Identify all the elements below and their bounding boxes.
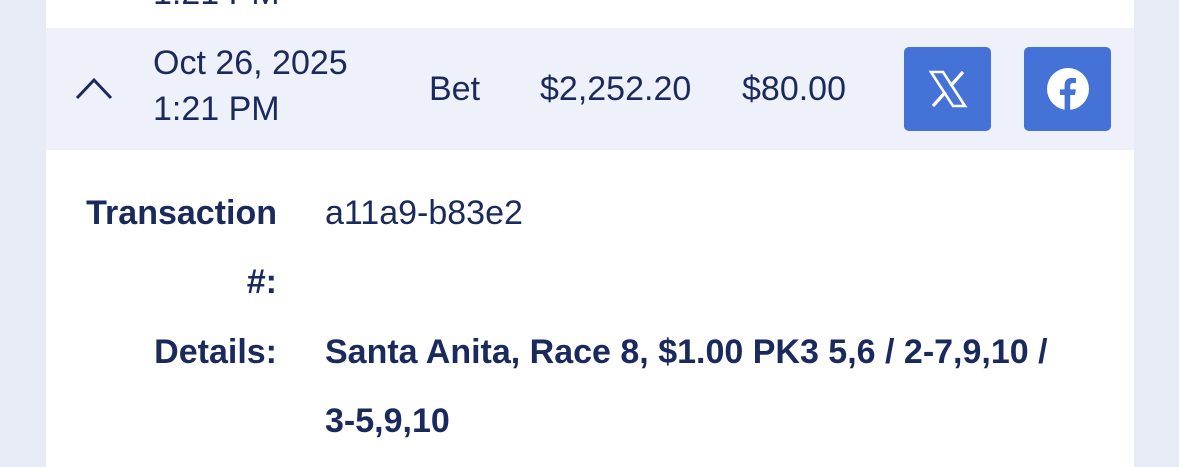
chevron-up-icon[interactable]	[74, 72, 114, 102]
transaction-panel: 1:21 PM Oct 26, 2025 1:21 PM Bet $2,252.…	[46, 0, 1134, 467]
x-logo-icon	[928, 70, 967, 108]
share-x-button[interactable]	[904, 47, 991, 131]
transaction-row[interactable]: Oct 26, 2025 1:21 PM Bet $2,252.20 $80.0…	[46, 28, 1134, 150]
previous-transaction-row[interactable]: 1:21 PM	[46, 0, 1134, 28]
transaction-amount: $80.00	[742, 70, 846, 108]
transaction-balance: $2,252.20	[540, 70, 692, 108]
transaction-datetime: Oct 26, 2025 1:21 PM	[153, 40, 348, 132]
previous-row-time: 1:21 PM	[153, 0, 280, 13]
transaction-number-value: a11a9-b83e2	[325, 194, 523, 232]
transaction-type: Bet	[429, 70, 481, 108]
share-facebook-button[interactable]	[1024, 47, 1111, 131]
transaction-time: 1:21 PM	[153, 90, 280, 128]
details-label: Details:	[154, 333, 277, 371]
transaction-number-label: Transaction #:	[86, 194, 277, 301]
transaction-date: Oct 26, 2025	[153, 44, 348, 82]
facebook-logo-icon	[1046, 68, 1089, 110]
details-value: Santa Anita, Race 8, $1.00 PK3 5,6 / 2-7…	[325, 333, 1048, 440]
